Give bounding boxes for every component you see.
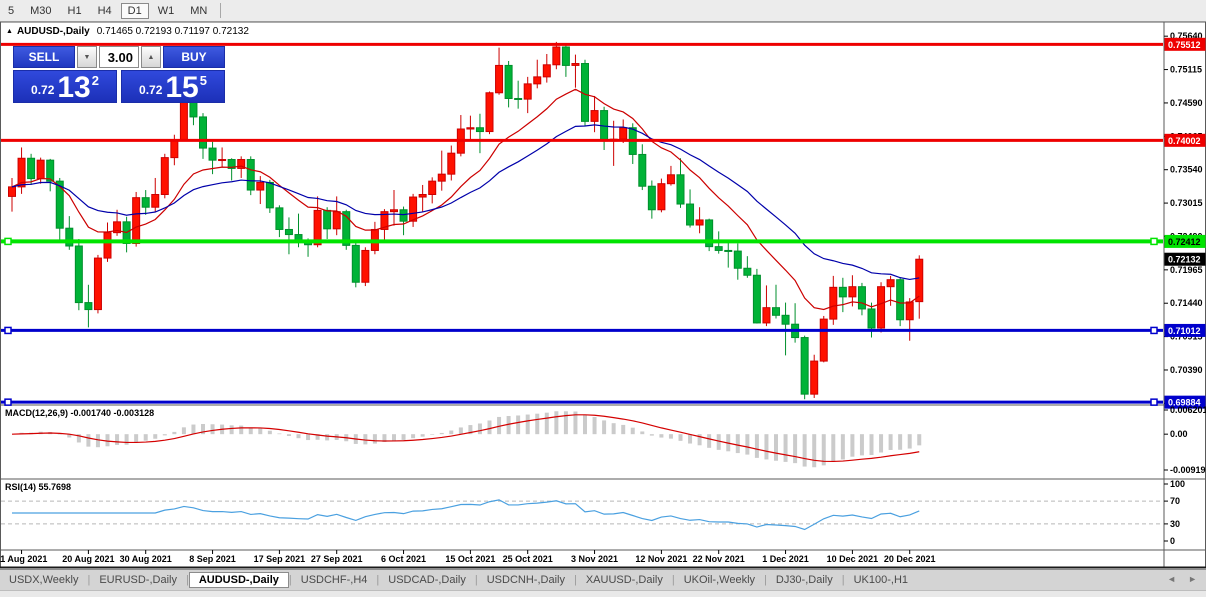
tab-ukoil-weekly[interactable]: UKOil-,Weekly [675, 572, 764, 588]
svg-text:100: 100 [1170, 479, 1185, 489]
svg-text:25 Oct 2021: 25 Oct 2021 [503, 554, 553, 564]
svg-text:0.73540: 0.73540 [1170, 165, 1203, 175]
svg-text:0.71012: 0.71012 [1168, 326, 1201, 336]
tab-audusd-daily[interactable]: AUDUSD-,Daily [188, 572, 289, 588]
sell-button[interactable]: SELL [13, 46, 75, 68]
volume-decrease-button[interactable]: ▼ [77, 46, 97, 68]
hline-handle[interactable] [4, 326, 12, 335]
one-click-trade-panel: SELL ▼ ▲ BUY 0.72 13 2 0.72 15 5 [13, 46, 225, 103]
hline-handle[interactable] [1150, 237, 1158, 246]
hline-handle[interactable] [1150, 398, 1158, 406]
timeframe-button-5[interactable]: 5 [1, 3, 21, 19]
rsi-pane: 100 70 30 0 [1, 479, 1185, 546]
svg-text:0.006201: 0.006201 [1170, 405, 1206, 415]
svg-text:0.75512: 0.75512 [1168, 40, 1201, 50]
tab-uk100-h1[interactable]: UK100-,H1 [845, 572, 917, 588]
svg-text:20 Dec 2021: 20 Dec 2021 [884, 554, 936, 564]
price-axis: 0.756400.751150.745900.740650.735400.730… [1164, 31, 1203, 408]
svg-text:0.73015: 0.73015 [1170, 198, 1203, 208]
sell-price-prefix: 0.72 [31, 83, 55, 97]
svg-text:0.74002: 0.74002 [1168, 136, 1201, 146]
svg-text:0.75115: 0.75115 [1170, 65, 1202, 75]
macd-pane: 0.006201 0.00 -0.00919 [11, 405, 1206, 475]
chart-tab-bar: USDX,Weekly | EURUSD-,Daily | AUDUSD-,Daily |… [0, 569, 1206, 590]
buy-price-prefix: 0.72 [139, 83, 163, 97]
svg-text:0.72132: 0.72132 [1168, 255, 1201, 265]
tab-xauusd-daily[interactable]: XAUUSD-,Daily [577, 572, 672, 588]
price-badges: 0.755120.740020.724120.710120.698840.721… [1164, 37, 1206, 409]
timeframe-button-m30[interactable]: M30 [23, 3, 58, 19]
timeframe-button-h4[interactable]: H4 [91, 3, 119, 19]
volume-increase-button[interactable]: ▲ [141, 46, 161, 68]
svg-text:30 Aug 2021: 30 Aug 2021 [120, 554, 172, 564]
hline-handle[interactable] [1150, 326, 1158, 335]
buy-button[interactable]: BUY [163, 46, 225, 68]
timeframe-button-w1[interactable]: W1 [151, 3, 182, 19]
svg-text:0.74590: 0.74590 [1170, 98, 1203, 108]
tab-usdcad-daily[interactable]: USDCAD-,Daily [379, 572, 475, 588]
hline-handle[interactable] [4, 398, 12, 406]
svg-text:0.71440: 0.71440 [1170, 298, 1203, 308]
svg-text:15 Oct 2021: 15 Oct 2021 [445, 554, 495, 564]
svg-text:70: 70 [1170, 496, 1180, 506]
sell-price-big-digits: 13 [57, 71, 91, 104]
sell-price-box[interactable]: 0.72 13 2 [13, 70, 117, 103]
svg-text:22 Nov 2021: 22 Nov 2021 [693, 554, 745, 564]
tab-eurusd-daily[interactable]: EURUSD-,Daily [90, 572, 186, 588]
rsi-indicator-label: RSI(14) 55.7698 [5, 482, 72, 492]
svg-text:0: 0 [1170, 536, 1175, 546]
timeframe-button-mn[interactable]: MN [183, 3, 214, 19]
macd-indicator-label: MACD(12,26,9) -0.001740 -0.003128 [5, 408, 155, 418]
svg-text:-0.00919: -0.00919 [1170, 465, 1206, 475]
status-strip [0, 590, 1206, 597]
svg-text:3 Nov 2021: 3 Nov 2021 [571, 554, 618, 564]
tab-usdchf-h4[interactable]: USDCHF-,H4 [292, 572, 377, 588]
svg-text:0.71965: 0.71965 [1170, 265, 1203, 275]
buy-price-pip-digit: 5 [199, 73, 207, 88]
timeframe-button-h1[interactable]: H1 [61, 3, 89, 19]
chart-symbol-label: AUDUSD-,Daily [16, 26, 90, 37]
tab-usdx-weekly[interactable]: USDX,Weekly [0, 572, 87, 588]
svg-text:30: 30 [1170, 519, 1180, 529]
toolbar-separator [220, 3, 222, 18]
svg-text:0.70390: 0.70390 [1170, 365, 1203, 375]
buy-price-box[interactable]: 0.72 15 5 [121, 70, 225, 103]
svg-text:20 Aug 2021: 20 Aug 2021 [62, 554, 114, 564]
svg-text:10 Dec 2021: 10 Dec 2021 [827, 554, 879, 564]
chart-ohlc-values: 0.71465 0.72193 0.71197 0.72132 [96, 26, 249, 37]
tab-dj30-daily[interactable]: DJ30-,Daily [767, 572, 842, 588]
timeframe-button-d1[interactable]: D1 [120, 2, 149, 19]
svg-text:12 Nov 2021: 12 Nov 2021 [635, 554, 687, 564]
svg-text:6 Oct 2021: 6 Oct 2021 [381, 554, 426, 564]
terminal-window: 5M30H1H4D1W1MN 0.756400.751150.745900.74… [0, 0, 1206, 597]
svg-text:8 Sep 2021: 8 Sep 2021 [189, 554, 236, 564]
svg-text:0.00: 0.00 [1170, 429, 1188, 439]
svg-text:11 Aug 2021: 11 Aug 2021 [0, 554, 47, 564]
tab-usdcnh-daily[interactable]: USDCNH-,Daily [478, 572, 574, 588]
svg-text:27 Sep 2021: 27 Sep 2021 [311, 554, 363, 564]
date-axis: 11 Aug 2021 20 Aug 2021 30 Aug 2021 8 Sep 2… [0, 550, 935, 564]
svg-text:17 Sep 2021: 17 Sep 2021 [254, 554, 306, 564]
timeframe-toolbar: 5 M30 H1 H4 D1 W1 MN [0, 0, 1206, 22]
collapse-triangle-icon[interactable]: ▲ [6, 28, 13, 35]
sell-price-pip-digit: 2 [91, 73, 99, 88]
tab-scroll-right-icon[interactable]: ► [1188, 574, 1197, 584]
chart-title: ▲ AUDUSD-,Daily 0.71465 0.72193 0.71197 0.… [6, 26, 249, 37]
volume-input[interactable] [99, 46, 139, 68]
svg-text:0.72412: 0.72412 [1168, 237, 1201, 247]
svg-text:1 Dec 2021: 1 Dec 2021 [762, 554, 809, 564]
buy-price-big-digits: 15 [165, 71, 199, 104]
tab-scroll-left-icon[interactable]: ◄ [1167, 574, 1176, 584]
hline-handle[interactable] [4, 237, 12, 246]
